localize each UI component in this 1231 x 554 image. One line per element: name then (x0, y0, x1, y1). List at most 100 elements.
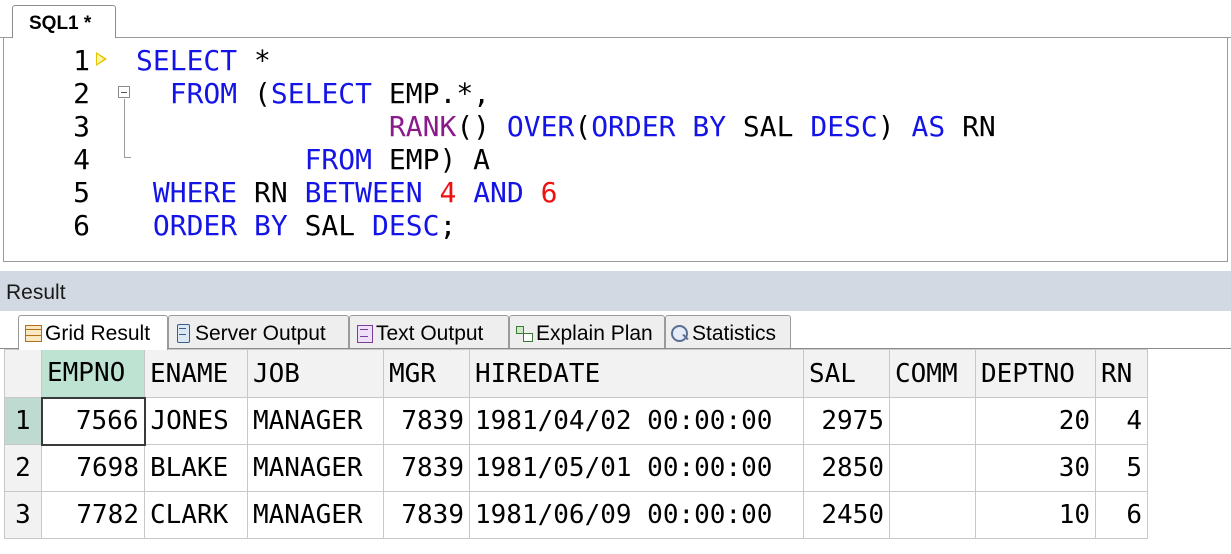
grid-cell[interactable]: 4 (1095, 397, 1148, 445)
code-line-1: SELECT * (136, 44, 271, 77)
grid-corner[interactable] (4, 349, 42, 398)
number-literal: 6 (540, 176, 558, 209)
result-tab-strip: Grid Result Server Output Text Output Ex… (0, 311, 1231, 350)
editor-tab-strip: SQL1 * (0, 0, 1231, 38)
grid-cell[interactable]: JONES (144, 397, 248, 445)
execution-pointer-icon (96, 52, 107, 66)
tab-server-output[interactable]: Server Output (168, 315, 349, 349)
row-number[interactable]: 3 (4, 491, 42, 539)
grid-cell[interactable]: 2850 (803, 444, 890, 492)
server-output-icon (173, 324, 193, 343)
keyword-from: FROM (169, 77, 238, 110)
column-header[interactable]: RN (1095, 349, 1148, 398)
grid-cell[interactable]: MANAGER (247, 491, 384, 539)
grid-cell[interactable] (889, 491, 976, 539)
sql-editor[interactable]: 1 2 3 4 5 6 SELECT * FROM (SELECT EMP.*,… (3, 38, 1228, 262)
text-output-icon (354, 324, 374, 343)
grid-cell[interactable]: MANAGER (247, 444, 384, 492)
tab-text-output[interactable]: Text Output (349, 315, 509, 349)
tab-explain-plan[interactable]: Explain Plan (509, 315, 665, 349)
code-line-3: RANK() OVER(ORDER BY SAL DESC) AS RN (388, 110, 996, 143)
tab-label: Explain Plan (536, 322, 653, 345)
code-area[interactable]: SELECT * FROM (SELECT EMP.*, RANK() OVER… (136, 44, 996, 242)
column-header[interactable]: DEPTNO (975, 349, 1096, 398)
line-number: 3 (73, 110, 90, 143)
tab-label: Server Output (195, 322, 326, 345)
table-row[interactable]: 1 7566 JONES MANAGER 7839 1981/04/02 00:… (4, 396, 1148, 446)
grid-cell[interactable]: 7839 (383, 444, 470, 492)
statistics-icon (670, 324, 690, 342)
code-line-4: FROM EMP) A (304, 143, 491, 176)
column-header[interactable]: HIREDATE (469, 349, 804, 398)
result-grid: EMPNO ENAME JOB MGR HIREDATE SAL COMM DE… (4, 349, 1148, 539)
line-number: 6 (73, 209, 90, 242)
tab-grid-result[interactable]: Grid Result (18, 315, 168, 350)
keyword-desc: DESC (372, 209, 440, 242)
grid-cell[interactable]: 10 (975, 491, 1096, 539)
function-rank: RANK (388, 110, 457, 143)
line-number: 5 (73, 176, 90, 209)
keyword-as: AS (911, 110, 946, 143)
line-number: 2 (73, 77, 90, 110)
grid-cell[interactable]: 5 (1095, 444, 1148, 492)
number-literal: 4 (439, 176, 457, 209)
grid-cell[interactable]: 1981/06/09 00:00:00 (469, 491, 804, 539)
grid-cell[interactable]: BLAKE (144, 444, 248, 492)
line-number: 4 (73, 143, 90, 176)
code-line-6: ORDER BY SAL DESC; (152, 209, 457, 242)
grid-cell[interactable]: MANAGER (247, 397, 384, 445)
result-panel-title: Result (0, 271, 1231, 311)
column-header[interactable]: COMM (889, 349, 976, 398)
grid-cell[interactable]: 7782 (41, 491, 145, 539)
keyword-select: SELECT (270, 77, 373, 110)
grid-header-row: EMPNO ENAME JOB MGR HIREDATE SAL COMM DE… (4, 349, 1148, 398)
grid-cell[interactable]: 30 (975, 444, 1096, 492)
grid-cell[interactable]: 7839 (383, 491, 470, 539)
tab-sql1[interactable]: SQL1 * (12, 5, 116, 38)
explain-plan-icon (514, 324, 534, 342)
column-header[interactable]: SAL (803, 349, 890, 398)
keyword-between: BETWEEN (304, 176, 423, 209)
keyword-and: AND (473, 176, 524, 209)
fold-guide (124, 99, 125, 157)
grid-cell[interactable]: 1981/04/02 00:00:00 (469, 397, 804, 445)
keyword-desc: DESC (810, 110, 878, 143)
grid-cell[interactable]: 1981/05/01 00:00:00 (469, 444, 804, 492)
tab-label: Text Output (376, 322, 484, 345)
grid-cell[interactable]: 7698 (41, 444, 145, 492)
grid-result-icon (23, 324, 43, 342)
collapse-icon[interactable] (118, 86, 130, 98)
grid-cell[interactable]: 20 (975, 397, 1096, 445)
line-number: 1 (73, 44, 90, 77)
keyword-where: WHERE (152, 176, 238, 209)
keyword-over: OVER (506, 110, 575, 143)
keyword-select: SELECT (136, 44, 238, 77)
grid-cell[interactable]: 7566 (40, 396, 146, 446)
grid-cell[interactable]: 6 (1095, 491, 1148, 539)
grid-cell[interactable] (889, 444, 976, 492)
grid-cell[interactable]: 2975 (803, 397, 890, 445)
tab-label: Statistics (692, 322, 777, 345)
row-number[interactable]: 1 (4, 397, 42, 445)
grid-cell[interactable]: CLARK (144, 491, 248, 539)
table-row[interactable]: 3 7782 CLARK MANAGER 7839 1981/06/09 00:… (4, 491, 1148, 539)
grid-cell[interactable]: 7839 (383, 397, 470, 445)
column-header[interactable]: JOB (247, 349, 384, 398)
keyword-order-by: ORDER BY (591, 110, 727, 143)
grid-cell[interactable]: 2450 (803, 491, 890, 539)
row-number[interactable]: 2 (4, 444, 42, 492)
column-header[interactable]: EMPNO (41, 349, 145, 398)
table-row[interactable]: 2 7698 BLAKE MANAGER 7839 1981/05/01 00:… (4, 444, 1148, 492)
grid-cell[interactable] (889, 397, 976, 445)
tab-statistics[interactable]: Statistics (665, 315, 791, 349)
column-header[interactable]: MGR (383, 349, 470, 398)
code-line-2: FROM (SELECT EMP.*, (169, 77, 491, 110)
keyword-from: FROM (304, 143, 373, 176)
keyword-order-by: ORDER BY (152, 209, 288, 242)
line-gutter: 1 2 3 4 5 6 (4, 38, 131, 261)
code-line-5: WHERE RN BETWEEN 4 AND 6 (152, 176, 558, 209)
tab-label: Grid Result (45, 322, 151, 345)
result-grid-area: EMPNO ENAME JOB MGR HIREDATE SAL COMM DE… (0, 349, 1231, 554)
column-header[interactable]: ENAME (144, 349, 248, 398)
fold-guide-end (124, 157, 131, 158)
